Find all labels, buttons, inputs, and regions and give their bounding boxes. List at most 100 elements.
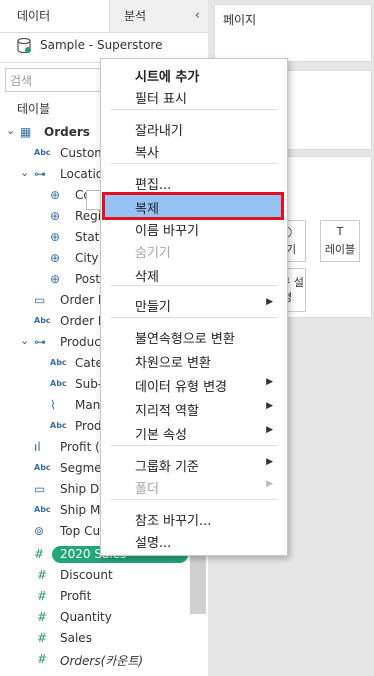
menu-item-label: 만들기 [135, 300, 171, 315]
menu-item-label: 참조 바꾸기... [135, 514, 212, 529]
collapse-chevron-icon[interactable]: ‹ [195, 0, 200, 32]
menu-item-edit[interactable]: 편집... [101, 171, 287, 193]
menu-item-duplicate[interactable]: 복제 [102, 192, 284, 220]
field-item[interactable]: # Discount [0, 565, 208, 586]
hash-icon: # [37, 568, 48, 582]
calendar-icon: ▭ [34, 293, 46, 307]
menu-item-default-properties[interactable]: 기본 속성 ▶ [101, 421, 287, 443]
abc-icon: Abc [34, 316, 51, 325]
menu-item-create[interactable]: 만들기 ▶ [101, 293, 287, 315]
submenu-arrow-icon: ▶ [266, 401, 273, 411]
submenu-arrow-icon: ▶ [266, 425, 273, 435]
menu-item-change-data-type[interactable]: 데이터 유형 변경 ▶ [101, 373, 287, 395]
search-placeholder: 검색 [10, 74, 33, 88]
database-icon [17, 38, 31, 54]
menu-item-label: 필터 표시 [135, 92, 187, 107]
menu-item-label: 편집... [135, 178, 172, 193]
menu-item-replace-references[interactable]: 참조 바꾸기... [101, 507, 287, 529]
menu-item-show-filter[interactable]: 필터 표시 [101, 85, 287, 107]
calendar-icon: ▭ [34, 482, 46, 496]
tab-analysis[interactable]: 분석 ‹ [109, 0, 208, 32]
hash-icon: # [34, 547, 45, 561]
menu-item-rename[interactable]: 이름 바꾸기 [101, 217, 287, 239]
abc-icon: Abc [50, 358, 67, 367]
scrollbar[interactable] [190, 548, 206, 614]
expand-chevron-icon[interactable]: ⌄ [20, 166, 29, 179]
hash-icon: # [37, 631, 48, 645]
menu-item-label: 설명... [135, 536, 172, 551]
hierarchy-icon: ⊶ [34, 335, 46, 349]
submenu-arrow-icon: ▶ [266, 377, 273, 387]
field-item[interactable]: # Profit [0, 586, 208, 607]
bins-icon: ıl [34, 440, 41, 454]
submenu-arrow-icon: ▶ [266, 479, 273, 489]
pane-tabs: 데이터 분석 ‹ [0, 0, 208, 33]
menu-item-hide: 숨기기 [101, 239, 287, 261]
menu-separator [111, 163, 277, 164]
menu-item-label: 삭제 [135, 270, 159, 285]
pages-title: 페이지 [223, 13, 257, 27]
menu-separator [111, 285, 277, 286]
globe-icon: ⊕ [50, 188, 61, 202]
menu-item-label: 복제 [135, 202, 159, 217]
field-label: Discount [60, 568, 113, 582]
menu-item-delete[interactable]: 삭제 [101, 263, 287, 285]
datasource-name: Sample - Superstore [40, 38, 163, 52]
menu-item-label: 불연속형으로 변환 [135, 332, 235, 347]
expand-chevron-icon[interactable]: ⌄ [6, 124, 15, 137]
submenu-arrow-icon: ▶ [266, 457, 273, 467]
text-icon: T [336, 225, 344, 238]
globe-icon: ⊕ [50, 209, 61, 223]
set-icon: ⊚ [34, 524, 45, 538]
tab-analysis-label: 분석 [124, 9, 147, 23]
pages-card: 페이지 [214, 4, 372, 62]
menu-item-label: 지리적 역할 [135, 404, 199, 419]
menu-item-cut[interactable]: 잘라내기 [101, 117, 287, 139]
hash-icon: # [37, 589, 48, 603]
menu-item-label: 차원으로 변환 [135, 356, 211, 371]
menu-item-copy[interactable]: 복사 [101, 139, 287, 161]
search-input[interactable]: 검색 [5, 68, 101, 92]
menu-item-add-to-sheet[interactable]: 시트에 추가 [101, 63, 287, 85]
submenu-arrow-icon: ▶ [266, 297, 273, 307]
menu-item-convert-discrete[interactable]: 불연속형으로 변환 [101, 325, 287, 347]
menu-item-convert-dimension[interactable]: 차원으로 변환 [101, 349, 287, 371]
field-label: Quantity [60, 610, 112, 624]
menu-item-label: 숨기기 [135, 246, 171, 261]
menu-item-label: 복사 [135, 146, 159, 161]
tables-header: 테이블 [17, 102, 51, 116]
tab-data[interactable]: 데이터 [0, 0, 109, 32]
menu-item-geographic-role[interactable]: 지리적 역할 ▶ [101, 397, 287, 419]
context-menu: 시트에 추가필터 표시잘라내기복사편집... 복제이름 바꾸기숨기기삭제만들기 ▶ 불… [100, 58, 288, 556]
abc-icon: Abc [34, 505, 51, 514]
menu-separator [111, 109, 277, 110]
abc-icon: Abc [50, 379, 67, 388]
field-label: Sales [60, 631, 92, 645]
menu-item-label: 시트에 추가 [135, 70, 200, 85]
field-item[interactable]: # Sales [0, 628, 208, 649]
hierarchy-icon: ⊶ [34, 167, 46, 181]
hash-icon: # [37, 652, 48, 666]
expand-chevron-icon[interactable]: ⌄ [20, 334, 29, 347]
label-button[interactable]: T 레이블 [320, 220, 360, 262]
hash-icon: # [37, 610, 48, 624]
field-label: Profit [60, 589, 92, 603]
datasource-row[interactable]: Sample - Superstore [0, 34, 208, 58]
menu-separator [111, 499, 277, 500]
globe-icon: ⊕ [50, 251, 61, 265]
menu-separator [111, 317, 277, 318]
field-label: Orders(카운트) [60, 654, 144, 668]
field-item[interactable]: # Quantity [0, 607, 208, 628]
menu-item-label: 그룹화 기준 [135, 460, 199, 475]
globe-icon: ⊕ [50, 272, 61, 286]
label-label: 레이블 [324, 243, 356, 256]
field-item[interactable]: # Orders(카운트) [0, 649, 208, 670]
menu-item-label: 폴더 [135, 482, 159, 497]
menu-item-label: 이름 바꾸기 [135, 224, 199, 239]
menu-item-group-by[interactable]: 그룹화 기준 ▶ [101, 453, 287, 475]
abc-icon: Abc [34, 148, 51, 157]
menu-item-describe[interactable]: 설명... [101, 529, 287, 551]
menu-item-label: 기본 속성 [135, 428, 187, 443]
abc-icon: Abc [34, 463, 51, 472]
abc-icon: Abc [50, 421, 67, 430]
